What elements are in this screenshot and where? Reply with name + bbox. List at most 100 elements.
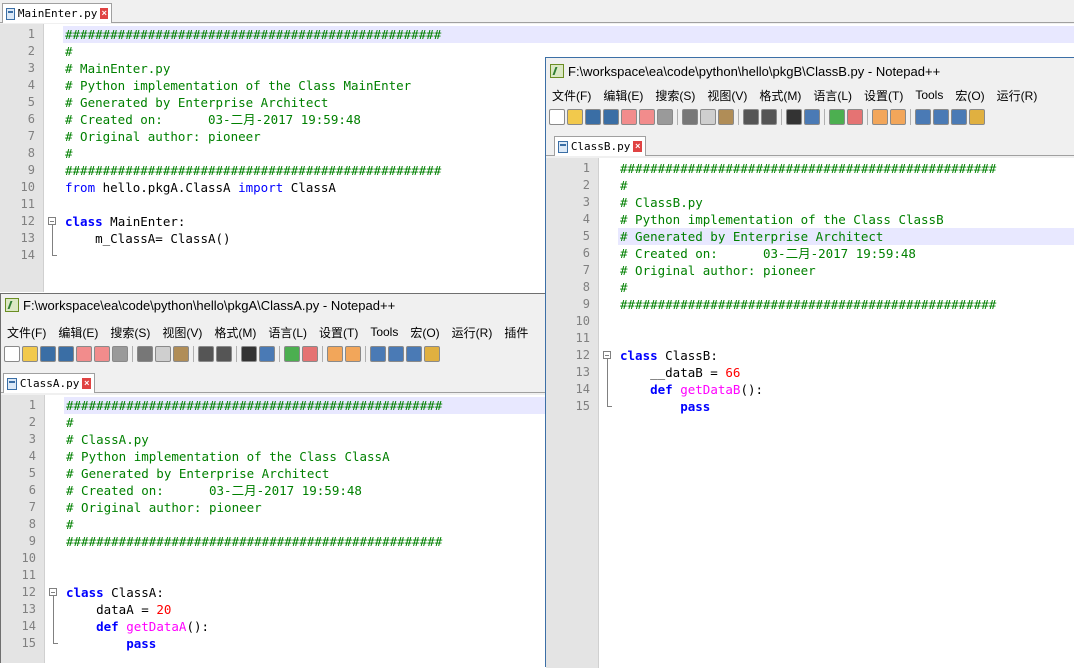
tab-classa[interactable]: ClassA.py × bbox=[3, 373, 95, 393]
tab-classb[interactable]: ClassB.py × bbox=[554, 136, 646, 156]
code-line[interactable]: ########################################… bbox=[66, 397, 442, 414]
code-line[interactable]: # Original author: pioneer bbox=[65, 128, 261, 145]
menu-item[interactable]: 文件(F) bbox=[7, 324, 46, 341]
new-file-icon[interactable] bbox=[549, 109, 565, 125]
new-file-icon[interactable] bbox=[4, 346, 20, 362]
code-line[interactable]: # Python implementation of the Class Mai… bbox=[65, 77, 411, 94]
print-icon[interactable] bbox=[657, 109, 673, 125]
cut-icon[interactable] bbox=[682, 109, 698, 125]
save-all-icon[interactable] bbox=[58, 346, 74, 362]
code-line[interactable]: # Original author: pioneer bbox=[620, 262, 816, 279]
sync-v-icon[interactable] bbox=[327, 346, 343, 362]
paste-icon[interactable] bbox=[718, 109, 734, 125]
code-line[interactable]: ########################################… bbox=[65, 26, 441, 43]
indent-guide-icon[interactable] bbox=[951, 109, 967, 125]
menu-item[interactable]: 语言(L) bbox=[268, 324, 307, 341]
code-line[interactable]: class ClassB: bbox=[620, 347, 718, 364]
code-line[interactable]: class ClassA: bbox=[66, 584, 164, 601]
show-all-icon[interactable] bbox=[933, 109, 949, 125]
wrap-icon[interactable] bbox=[370, 346, 386, 362]
close-all-icon[interactable] bbox=[639, 109, 655, 125]
code-line[interactable]: # ClassA.py bbox=[66, 431, 149, 448]
menu-item[interactable]: 视图(V) bbox=[162, 324, 202, 341]
open-file-icon[interactable] bbox=[22, 346, 38, 362]
close-icon[interactable] bbox=[621, 109, 637, 125]
replace-icon[interactable] bbox=[259, 346, 275, 362]
undo-icon[interactable] bbox=[743, 109, 759, 125]
fold-toggle-icon[interactable] bbox=[48, 217, 56, 225]
save-icon[interactable] bbox=[40, 346, 56, 362]
code-line[interactable]: from hello.pkgA.ClassA import ClassA bbox=[65, 179, 336, 196]
code-line[interactable]: def getDataA(): bbox=[66, 618, 209, 635]
menu-item[interactable]: 视图(V) bbox=[707, 87, 747, 104]
menu-item[interactable]: 格式(M) bbox=[214, 324, 256, 341]
menu-item[interactable]: Tools bbox=[370, 325, 398, 339]
code-line[interactable]: # bbox=[66, 414, 74, 431]
zoom-out-icon[interactable] bbox=[847, 109, 863, 125]
zoom-in-icon[interactable] bbox=[829, 109, 845, 125]
code-line[interactable]: ########################################… bbox=[620, 296, 996, 313]
code-line[interactable]: # Generated by Enterprise Architect bbox=[620, 228, 883, 245]
menu-item[interactable]: 格式(M) bbox=[759, 87, 801, 104]
sync-h-icon[interactable] bbox=[345, 346, 361, 362]
menu-item[interactable]: 宏(O) bbox=[955, 87, 984, 104]
code-line[interactable]: # bbox=[620, 177, 628, 194]
close-tab-icon[interactable]: × bbox=[82, 378, 91, 389]
menu-item[interactable]: 运行(R) bbox=[997, 87, 1038, 104]
close-all-icon[interactable] bbox=[94, 346, 110, 362]
code-line[interactable]: # Created on: 03-二月-2017 19:59:48 bbox=[620, 245, 916, 262]
open-file-icon[interactable] bbox=[567, 109, 583, 125]
copy-icon[interactable] bbox=[155, 346, 171, 362]
show-all-icon[interactable] bbox=[388, 346, 404, 362]
menu-item[interactable]: 搜索(S) bbox=[655, 87, 695, 104]
code-line[interactable]: # bbox=[620, 279, 628, 296]
zoom-out-icon[interactable] bbox=[302, 346, 318, 362]
code-line[interactable]: ########################################… bbox=[65, 162, 441, 179]
redo-icon[interactable] bbox=[761, 109, 777, 125]
code-line[interactable]: # Python implementation of the Class Cla… bbox=[620, 211, 944, 228]
menu-item[interactable]: 插件 bbox=[504, 324, 528, 341]
menu-item[interactable]: 设置(T) bbox=[319, 324, 358, 341]
tab-mainenter[interactable]: MainEnter.py × bbox=[2, 3, 112, 23]
code-line[interactable]: m_ClassA= ClassA() bbox=[65, 230, 230, 247]
paste-icon[interactable] bbox=[173, 346, 189, 362]
classb-editor[interactable]: 1 #######################################… bbox=[546, 158, 1074, 668]
fold-toggle-icon[interactable] bbox=[49, 588, 57, 596]
code-line[interactable]: # bbox=[66, 516, 74, 533]
menu-item[interactable]: Tools bbox=[915, 88, 943, 102]
menu-item[interactable]: 搜索(S) bbox=[110, 324, 150, 341]
close-tab-icon[interactable]: × bbox=[633, 141, 642, 152]
menu-item[interactable]: 宏(O) bbox=[410, 324, 439, 341]
code-line[interactable]: # MainEnter.py bbox=[65, 60, 170, 77]
menu-item[interactable]: 语言(L) bbox=[813, 87, 852, 104]
code-line[interactable]: __dataB = 66 bbox=[620, 364, 740, 381]
code-line[interactable]: # Original author: pioneer bbox=[66, 499, 262, 516]
code-line[interactable]: dataA = 20 bbox=[66, 601, 171, 618]
cut-icon[interactable] bbox=[137, 346, 153, 362]
save-all-icon[interactable] bbox=[603, 109, 619, 125]
menu-item[interactable]: 设置(T) bbox=[864, 87, 903, 104]
copy-icon[interactable] bbox=[700, 109, 716, 125]
menu-item[interactable]: 文件(F) bbox=[552, 87, 591, 104]
zoom-in-icon[interactable] bbox=[284, 346, 300, 362]
code-line[interactable]: ########################################… bbox=[620, 160, 996, 177]
classb-titlebar[interactable]: F:\workspace\ea\code\python\hello\pkgB\C… bbox=[546, 58, 1074, 84]
code-line[interactable]: # bbox=[65, 145, 73, 162]
classa-editor[interactable]: 1 #######################################… bbox=[1, 395, 559, 663]
code-line[interactable]: # Created on: 03-二月-2017 19:59:48 bbox=[66, 482, 362, 499]
panel-icon[interactable] bbox=[969, 109, 985, 125]
menu-item[interactable]: 编辑(E) bbox=[58, 324, 98, 341]
code-line[interactable]: def getDataB(): bbox=[620, 381, 763, 398]
fold-toggle-icon[interactable] bbox=[603, 351, 611, 359]
classa-titlebar[interactable]: F:\workspace\ea\code\python\hello\pkgA\C… bbox=[1, 294, 559, 316]
find-icon[interactable] bbox=[786, 109, 802, 125]
code-line[interactable]: # Generated by Enterprise Architect bbox=[66, 465, 329, 482]
print-icon[interactable] bbox=[112, 346, 128, 362]
panel-icon[interactable] bbox=[424, 346, 440, 362]
code-line[interactable]: # Python implementation of the Class Cla… bbox=[66, 448, 390, 465]
code-line[interactable]: ########################################… bbox=[66, 533, 442, 550]
menu-item[interactable]: 运行(R) bbox=[452, 324, 493, 341]
code-line[interactable]: # bbox=[65, 43, 73, 60]
find-icon[interactable] bbox=[241, 346, 257, 362]
code-line[interactable]: class MainEnter: bbox=[65, 213, 185, 230]
